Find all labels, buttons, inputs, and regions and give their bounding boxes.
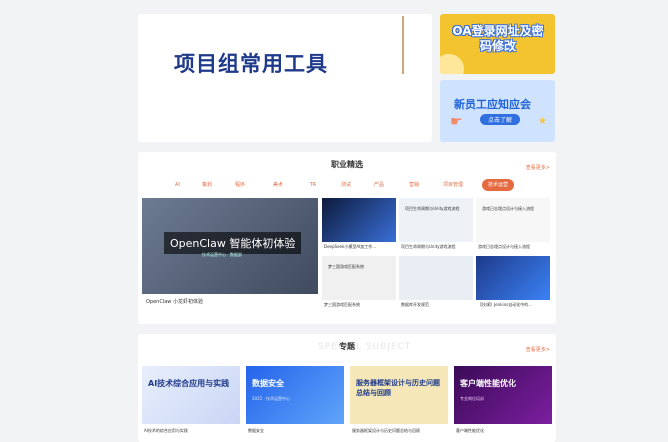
topic-card[interactable]: 客户端性能优化 专业岗位培训 [454, 366, 552, 424]
tab-planning[interactable]: 策划 [202, 179, 212, 191]
course-thumb[interactable]: 梦三国游戏匹配系统 [322, 256, 396, 300]
pointing-hand-icon: ☛ [450, 114, 463, 130]
course-label[interactable]: 游戏日志埋点设计与接入流程 [478, 244, 552, 250]
course-thumb[interactable]: 项目生命周期与Unity游戏流程 [399, 198, 473, 242]
course-label[interactable]: 【技课】Jenkins自动化中的... [478, 302, 552, 308]
topic-sub: 2025 · 技术运营中心 [252, 396, 290, 401]
tab-ai[interactable]: AI [175, 179, 180, 191]
feature-sub: 技术运营中心 · 数据部 [202, 252, 242, 257]
oa-banner[interactable]: OA登录网址及密码修改 [440, 14, 555, 74]
course-thumb[interactable] [476, 256, 550, 300]
topic-card[interactable]: 数据安全 2025 · 技术运营中心 [246, 366, 344, 424]
topics-title: 专题 [339, 342, 355, 351]
feature-course[interactable]: OpenClaw 智能体初体验 技术运营中心 · 数据部 [142, 198, 318, 294]
topic-card[interactable]: AI技术综合应用与实践 [142, 366, 240, 424]
topic-title: 数据安全 [252, 379, 284, 388]
career-title: 职业精选 [331, 160, 363, 169]
banner-deco [440, 54, 464, 74]
topic-title: 客户端性能优化 [460, 379, 516, 388]
course-thumb-text: 项目生命周期与Unity游戏流程 [405, 206, 460, 211]
tab-ta[interactable]: TA [310, 179, 316, 191]
onboarding-banner-button[interactable]: 点击了解 [480, 114, 521, 125]
feature-label[interactable]: OpenClaw 小龙虾初体验 [146, 298, 203, 305]
career-section: 职业精选 查看更多> AI 策划 程序 美术 TA 测试 产品 营销 项目管理 … [138, 152, 556, 324]
tab-marketing[interactable]: 营销 [409, 179, 419, 191]
course-thumb[interactable] [399, 256, 473, 300]
feature-caption: OpenClaw 智能体初体验 [164, 232, 302, 254]
tools-card[interactable]: 项目组常用工具 [138, 14, 432, 142]
topic-title: 服务器框架设计与历史问题总结与回顾 [356, 379, 440, 397]
star-icon: ★ [538, 116, 547, 127]
topics-more-link[interactable]: 查看更多> [526, 346, 550, 353]
topics-section: SPECIAL SUBJECT 专题 查看更多> AI技术综合应用与实践 AI技… [138, 334, 556, 442]
tools-title: 项目组常用工具 [174, 52, 328, 76]
course-label[interactable]: 数据库开发规范 [401, 302, 475, 308]
career-more-link[interactable]: 查看更多> [526, 164, 550, 171]
topic-label[interactable]: 服务器框架设计与历史问题总结与回顾 [352, 428, 420, 434]
topic-title: AI技术综合应用与实践 [148, 379, 230, 388]
topic-sub: 专业岗位培训 [460, 396, 484, 401]
oa-banner-text: OA登录网址及密码修改 [452, 24, 544, 53]
tab-product[interactable]: 产品 [374, 179, 384, 191]
topic-card[interactable]: 服务器框架设计与历史问题总结与回顾 [350, 366, 448, 424]
topic-label[interactable]: 数据安全 [248, 428, 264, 434]
topic-label[interactable]: 客户端性能优化 [456, 428, 484, 434]
onboarding-banner-title: 新员工应知应会 [454, 98, 531, 111]
course-label[interactable]: 项目生命周期与Unity游戏流程 [401, 244, 475, 250]
topic-label[interactable]: AI技术的综合应用与实践 [144, 428, 188, 434]
divider [402, 16, 404, 74]
tab-programming[interactable]: 程序 [235, 179, 245, 191]
course-thumb-text: 梦三国游戏匹配系统 [328, 264, 364, 269]
course-label[interactable]: DeepSeek小模型AI加工作... [324, 244, 398, 250]
tab-project-management[interactable]: 项目管理 [443, 179, 463, 191]
tab-tech-ops[interactable]: 技术运营 [482, 179, 515, 191]
course-label[interactable]: 梦三国游戏匹配系统 [324, 302, 398, 308]
tab-testing[interactable]: 测试 [341, 179, 351, 191]
onboarding-banner[interactable]: 新员工应知应会 ☛ 点击了解 ★ [440, 80, 555, 142]
course-thumb-text: 游戏日志埋点设计与接入流程 [482, 206, 534, 211]
course-thumb[interactable] [322, 198, 396, 242]
tab-art[interactable]: 美术 [273, 179, 283, 191]
course-thumb[interactable]: 游戏日志埋点设计与接入流程 [476, 198, 550, 242]
